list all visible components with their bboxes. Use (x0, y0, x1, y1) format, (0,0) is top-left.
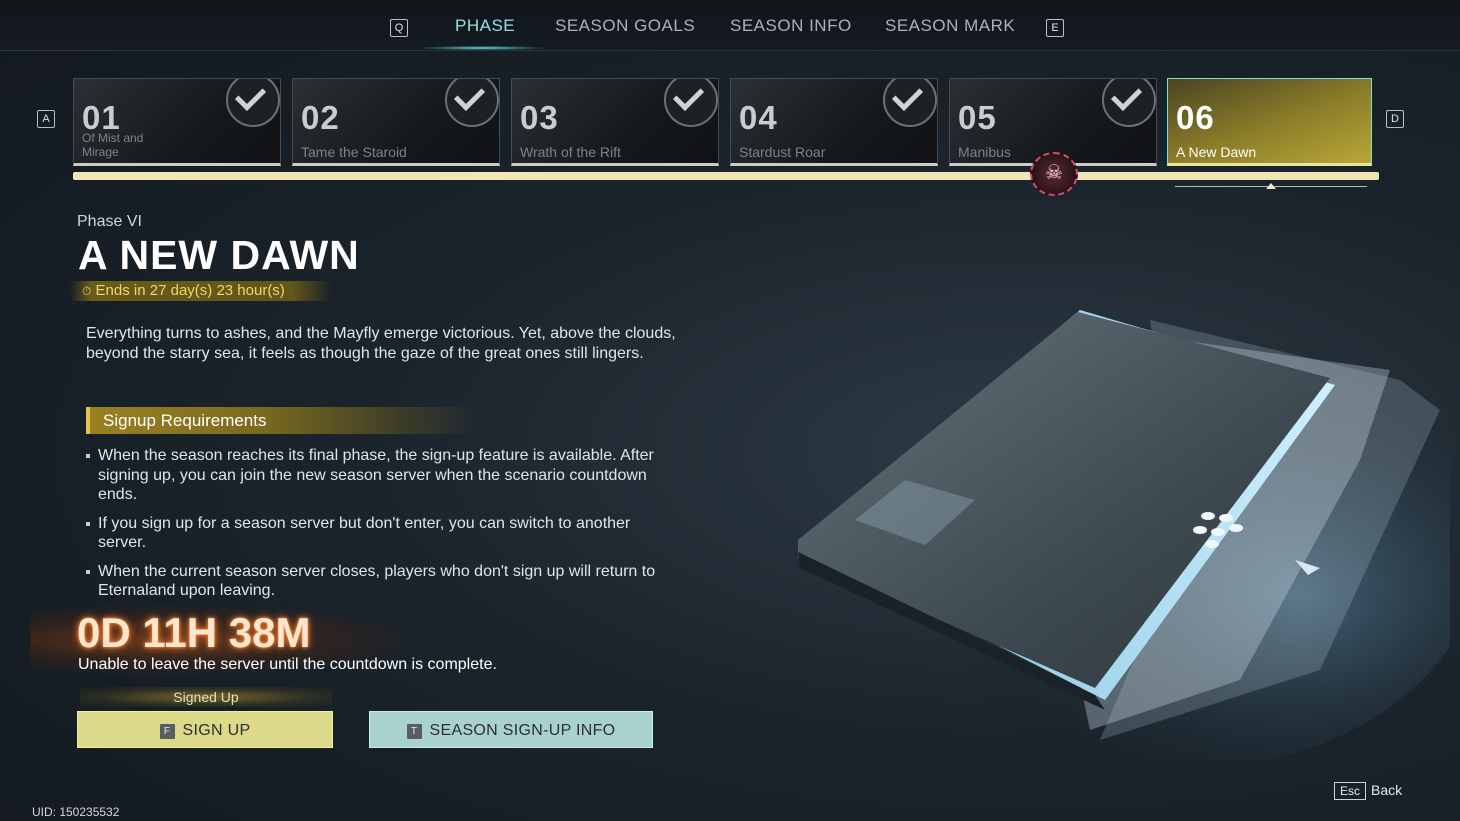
esc-key: Esc (1334, 782, 1367, 800)
checkmark-icon (883, 79, 937, 127)
phase-number: 04 (739, 99, 778, 136)
phase-card-02[interactable]: 02 Tame the Staroid (292, 78, 500, 166)
active-tab-indicator (420, 46, 544, 50)
signup-requirements-list: When the season reaches its final phase,… (86, 446, 656, 610)
season-progress-bar (73, 172, 1379, 180)
phase-number: 06 (1176, 99, 1215, 136)
tab-phase[interactable]: PHASE (455, 16, 515, 36)
sign-up-label: SIGN UP (182, 722, 251, 739)
phase-number: 02 (301, 99, 340, 136)
hotkey-f: F (159, 724, 175, 739)
sign-up-button[interactable]: F SIGN UP (77, 711, 333, 748)
list-item: If you sign up for a season server but d… (86, 514, 656, 553)
user-id: UID: 150235532 (32, 805, 120, 819)
signed-up-status: Signed Up (80, 687, 332, 707)
prev-tab-key[interactable]: Q (390, 19, 408, 37)
checkmark-icon (1102, 79, 1156, 127)
phase-name: Of Mist and Mirage (82, 131, 144, 159)
phase-card-01[interactable]: 01 Of Mist and Mirage (73, 78, 281, 166)
boss-skull-icon: ☠ (1030, 152, 1078, 196)
tab-season-mark[interactable]: SEASON MARK (885, 16, 1015, 36)
season-signup-info-label: SEASON SIGN-UP INFO (429, 722, 616, 739)
top-nav-bar: Q PHASE SEASON GOALS SEASON INFO SEASON … (0, 0, 1460, 51)
checkmark-icon (445, 79, 499, 127)
signup-requirements-header: Signup Requirements (86, 407, 476, 434)
phase-number: 03 (520, 99, 559, 136)
list-item: When the current season server closes, p… (86, 562, 656, 601)
checkmark-icon (664, 79, 718, 127)
phase-card-06[interactable]: 06 A New Dawn (1167, 78, 1372, 166)
list-item: When the season reaches its final phase,… (86, 446, 656, 505)
hotkey-t: T (406, 724, 422, 739)
phase-name: Wrath of the Rift (520, 144, 621, 160)
season-signup-info-button[interactable]: T SEASON SIGN-UP INFO (369, 711, 653, 748)
next-phase-key[interactable]: D (1386, 110, 1404, 128)
phase-card-03[interactable]: 03 Wrath of the Rift (511, 78, 719, 166)
tab-season-goals[interactable]: SEASON GOALS (555, 16, 695, 36)
season-tablet-artwork (798, 310, 1450, 760)
tab-season-info[interactable]: SEASON INFO (730, 16, 852, 36)
current-phase-pointer-icon (1266, 183, 1276, 189)
phase-label: Phase VI (77, 213, 142, 230)
countdown-timer: 0D 11H 38M (77, 609, 311, 656)
back-label: Back (1371, 782, 1403, 798)
countdown-note: Unable to leave the server until the cou… (78, 656, 497, 673)
phase-card-04[interactable]: 04 Stardust Roar (730, 78, 938, 166)
prev-phase-key[interactable]: A (37, 110, 55, 128)
phase-name: Tame the Staroid (301, 144, 407, 160)
phase-end-timer: ⏱ Ends in 27 day(s) 23 hour(s) (70, 281, 332, 301)
next-tab-key[interactable]: E (1046, 19, 1064, 37)
phase-number: 05 (958, 99, 997, 136)
phase-end-text: Ends in 27 day(s) 23 hour(s) (95, 282, 285, 299)
page-title: A NEW DAWN (78, 232, 360, 278)
clock-icon: ⏱ (82, 284, 92, 298)
checkmark-icon (226, 79, 280, 127)
phase-name: Stardust Roar (739, 144, 826, 160)
back-control[interactable]: Esc Back (1334, 782, 1402, 800)
phase-name: A New Dawn (1176, 144, 1257, 160)
phase-description: Everything turns to ashes, and the Mayfl… (86, 325, 676, 362)
